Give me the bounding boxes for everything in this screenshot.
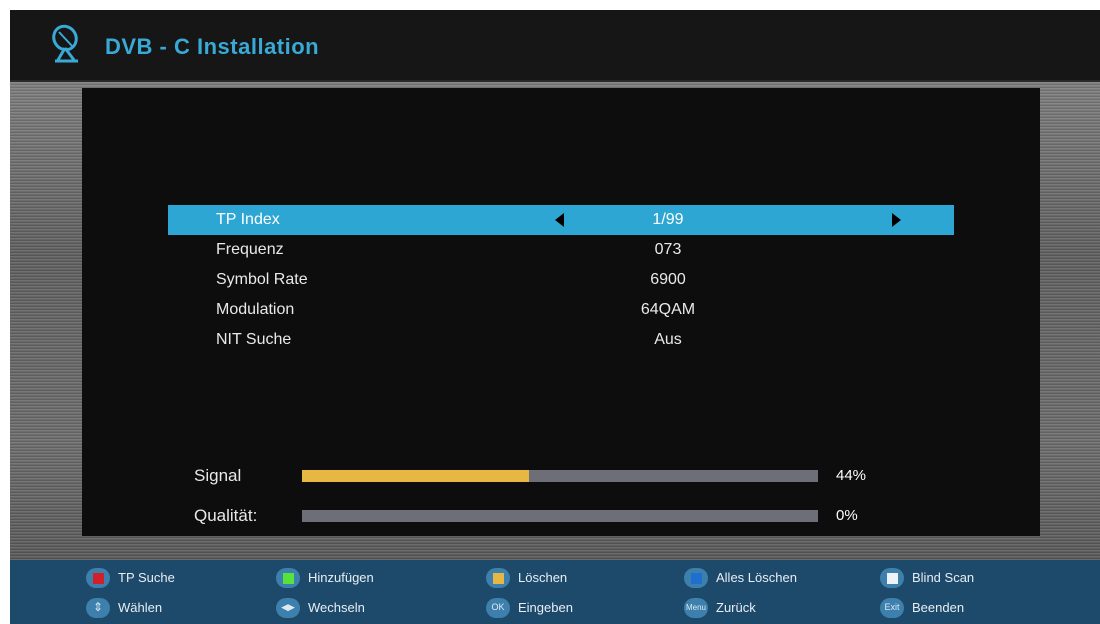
- footer-key-label: Beenden: [912, 600, 965, 615]
- quality-bar: [302, 510, 818, 522]
- setting-row-tp-index[interactable]: TP Index 1/99: [168, 205, 954, 235]
- tv-screen: DVB - C Installation TP Index 1/99 Frequ…: [10, 10, 1100, 624]
- setting-row-symbol-rate[interactable]: Symbol Rate 6900: [168, 265, 954, 295]
- setting-label: Symbol Rate: [216, 271, 308, 288]
- left-arrow-icon[interactable]: [555, 213, 564, 227]
- footer-key-label: Löschen: [518, 570, 568, 585]
- signal-bar: [302, 470, 818, 482]
- setting-row-frequenz[interactable]: Frequenz 073: [168, 235, 954, 265]
- setting-label: NIT Suche: [216, 331, 292, 348]
- signal-label: Signal: [194, 466, 242, 485]
- satellite-dish-icon: [52, 24, 78, 63]
- footer-key-label: Wählen: [118, 600, 163, 615]
- signal-bar-fill: [302, 470, 530, 482]
- green-key-icon: [276, 568, 300, 588]
- white-key-icon: [880, 568, 904, 588]
- signal-percent: 44%: [836, 467, 867, 484]
- settings-panel: TP Index 1/99 Frequenz 073 Symbol Rate 6…: [82, 88, 1040, 536]
- red-key-icon: [86, 568, 110, 588]
- setting-value: 6900: [650, 271, 686, 288]
- page-title: DVB - C Installation: [105, 34, 320, 59]
- footer-key-label: Hinzufügen: [308, 570, 374, 585]
- setting-value: 64QAM: [640, 301, 696, 318]
- setting-label: TP Index: [216, 211, 280, 228]
- footer-key-label: Blind Scan: [912, 570, 975, 585]
- footer-key-label: Eingeben: [518, 600, 573, 615]
- setting-value: 073: [654, 241, 682, 258]
- quality-percent: 0%: [836, 507, 858, 524]
- right-arrow-icon[interactable]: [892, 213, 901, 227]
- footer-key-label: TP Suche: [118, 570, 175, 585]
- ok-key-icon: OK: [486, 598, 510, 618]
- exit-key-icon: Exit: [880, 598, 904, 618]
- updown-arrow-icon: ⇕: [86, 598, 110, 618]
- setting-row-modulation[interactable]: Modulation 64QAM: [168, 295, 954, 325]
- menu-key-icon: Menu: [684, 598, 708, 618]
- setting-label: Frequenz: [216, 241, 284, 258]
- setting-row-nit-suche[interactable]: NIT Suche Aus: [168, 325, 954, 355]
- setting-label: Modulation: [216, 301, 295, 318]
- footer-key-label: Wechseln: [308, 600, 365, 615]
- footer-key-legend: TP Suche Hinzufügen Löschen Alles Lösche…: [10, 560, 1100, 624]
- setting-value: Aus: [654, 331, 682, 348]
- yellow-key-icon: [486, 568, 510, 588]
- header-bar: DVB - C Installation: [10, 10, 1100, 82]
- footer-key-label: Alles Löschen: [716, 570, 797, 585]
- footer-key-label: Zurück: [716, 600, 756, 615]
- leftright-arrow-icon: ◀▶: [276, 598, 300, 618]
- setting-value: 1/99: [652, 211, 684, 228]
- blue-key-icon: [684, 568, 708, 588]
- quality-label: Qualität:: [194, 506, 258, 525]
